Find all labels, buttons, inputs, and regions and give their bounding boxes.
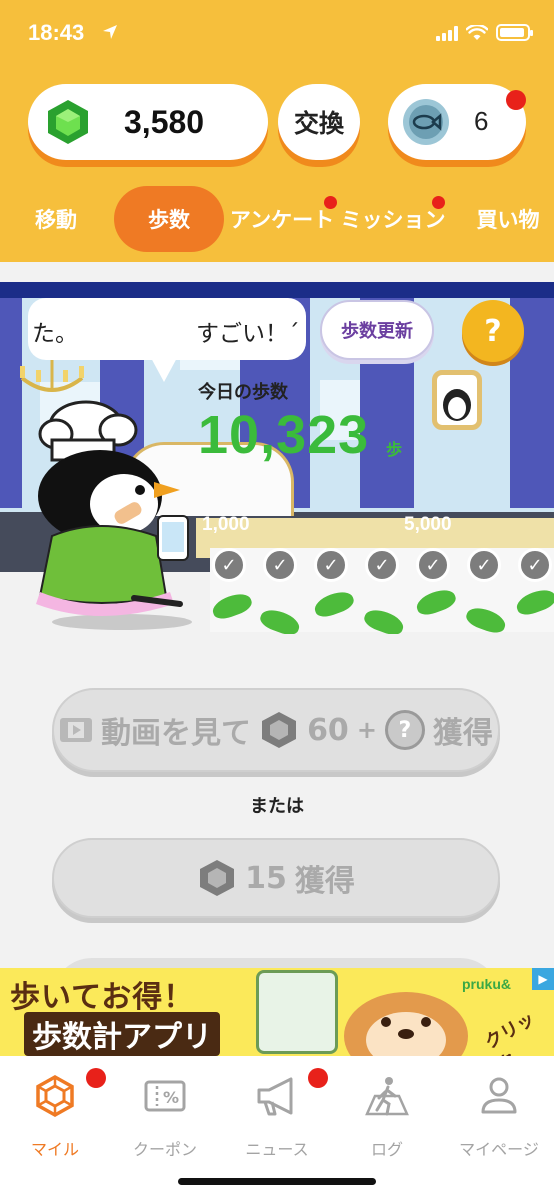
- earn-label: 獲得: [294, 864, 355, 899]
- status-bar: 18:43: [0, 0, 554, 70]
- tab-survey[interactable]: アンケート: [228, 186, 337, 252]
- app-header: 18:43 3,580 交換 6 移動 歩数 アンケート ミッション 買い物: [0, 0, 554, 262]
- nav-label: クーポン: [132, 1140, 197, 1159]
- tab-label: 移動: [35, 208, 77, 232]
- ad-subtitle: 歩数計アプリ: [24, 1012, 220, 1056]
- nav-label: ニュース: [245, 1140, 309, 1159]
- tab-label: ミッション: [340, 208, 446, 232]
- earn-amount: 15: [245, 860, 287, 896]
- cellular-signal-icon: [436, 25, 458, 41]
- ceiling-valance: [0, 282, 554, 298]
- tab-label: 歩数: [148, 208, 190, 232]
- gem-icon: [48, 100, 88, 144]
- nav-mypage[interactable]: マイページ: [444, 1070, 554, 1170]
- speech-text-start: た。: [32, 321, 78, 347]
- walker-icon: [365, 1077, 409, 1116]
- video-gem-amount: 60: [307, 712, 349, 748]
- home-indicator: [178, 1178, 376, 1185]
- nav-label: マイページ: [459, 1140, 539, 1159]
- film-icon: [60, 718, 93, 742]
- watch-video-button[interactable]: 動画を見て 60 + ? 獲得: [52, 688, 500, 772]
- earn-gems-button[interactable]: 15 獲得: [52, 838, 500, 918]
- otter-mascot-icon: [344, 992, 468, 1056]
- svg-text:%: %: [163, 1088, 179, 1107]
- exchange-button[interactable]: 交換: [278, 84, 360, 160]
- step-scene: た。 すごい！´ 歩数更新 ? 今日の歩数 10,323 歩 1,000 5,0…: [0, 262, 554, 634]
- speech-bubble-tail: [150, 356, 178, 382]
- nav-mile[interactable]: マイル: [0, 1068, 110, 1170]
- ticket-count: 6: [474, 106, 489, 136]
- hexagon-icon: [36, 1074, 74, 1118]
- nav-coupon[interactable]: % クーポン: [110, 1070, 220, 1170]
- tab-label: 買い物: [476, 208, 540, 232]
- tab-shopping[interactable]: 買い物: [468, 186, 548, 252]
- nav-badge: [308, 1068, 328, 1088]
- tab-steps[interactable]: 歩数: [114, 186, 224, 252]
- gem-balance-pill[interactable]: 3,580: [28, 84, 268, 160]
- plus-sign: +: [356, 716, 377, 744]
- milestone-label: 5,000: [404, 514, 452, 535]
- ad-click-label: クリック: [481, 1008, 539, 1056]
- watch-video-label: 動画を見て: [101, 716, 252, 751]
- ad-title: 歩いてお得！: [10, 980, 195, 1015]
- wifi-icon: [466, 24, 488, 40]
- checkpoint-check-icon: ✓: [314, 548, 348, 582]
- status-icons: [436, 24, 533, 41]
- tab-label: アンケート: [229, 208, 335, 232]
- or-divider-text: または: [250, 796, 304, 817]
- tab-badge: [324, 196, 337, 209]
- checkpoint-check-icon: ✓: [416, 548, 450, 582]
- fish-coin-icon: [403, 99, 449, 145]
- nav-label: マイル: [30, 1140, 79, 1159]
- video-earn-label: 獲得: [432, 716, 493, 751]
- status-time: 18:43: [28, 20, 85, 45]
- nav-news[interactable]: ニュース: [222, 1068, 332, 1170]
- checkpoint-check-icon: ✓: [263, 548, 297, 582]
- penguin-portrait-icon: [443, 389, 471, 421]
- nav-badge: [86, 1068, 106, 1088]
- gem-gray-icon: [262, 712, 297, 748]
- coupon-icon: %: [144, 1080, 186, 1112]
- ad-phone-image: [256, 970, 338, 1054]
- megaphone-icon: [257, 1077, 293, 1116]
- person-icon: [481, 1077, 517, 1114]
- penguin-portrait-frame: [432, 370, 482, 430]
- ad-banner[interactable]: 歩いてお得！ 歩数計アプリ pruku& クリック ▶: [0, 968, 554, 1056]
- update-steps-button[interactable]: 歩数更新: [320, 300, 434, 360]
- checkpoint-check-icon: ✓: [365, 548, 399, 582]
- ticket-badge: [506, 90, 526, 110]
- nav-label: ログ: [370, 1140, 403, 1159]
- nav-log[interactable]: ログ: [332, 1070, 442, 1170]
- battery-icon: [496, 24, 533, 41]
- location-arrow-icon: [103, 25, 117, 39]
- ad-info-icon[interactable]: ▶: [532, 968, 554, 990]
- gem-balance-value: 3,580: [124, 104, 205, 140]
- tab-bar: 移動 歩数 アンケート ミッション 買い物: [0, 186, 554, 252]
- penguin-chef-character: [36, 400, 192, 630]
- checkpoint-check-icon: ✓: [518, 548, 552, 582]
- ticket-balance-pill[interactable]: 6: [388, 84, 526, 160]
- ad-logo: pruku&: [462, 976, 511, 992]
- tab-mission[interactable]: ミッション: [340, 186, 446, 252]
- tab-badge: [432, 196, 445, 209]
- steps-unit: 歩: [386, 440, 403, 459]
- checkpoint-check-icon: ✓: [467, 548, 501, 582]
- mystery-reward-icon: ?: [384, 710, 425, 750]
- help-button[interactable]: ?: [462, 300, 524, 362]
- tab-move[interactable]: 移動: [20, 186, 92, 252]
- speech-text: すごい！´: [196, 321, 300, 347]
- gem-gray-icon: [200, 860, 235, 896]
